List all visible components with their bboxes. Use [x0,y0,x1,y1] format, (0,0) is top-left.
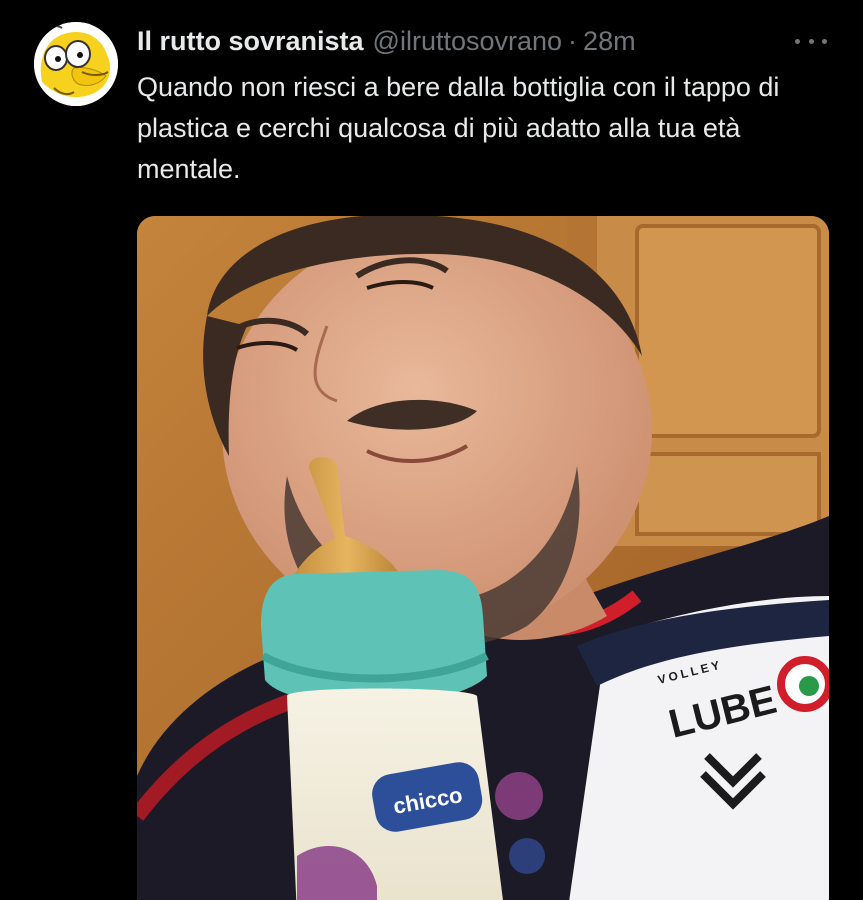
tweet[interactable]: Il rutto sovranista @ilruttosovrano · 28… [0,0,863,900]
avatar[interactable] [34,22,118,106]
more-dot [795,38,800,44]
more-options-icon[interactable] [795,30,827,52]
more-dot [822,38,827,44]
photo-illustration: chicco VOLLEY LUBE [137,216,829,900]
tweet-header: Il rutto sovranista @ilruttosovrano · 28… [137,24,636,58]
more-dot [808,38,814,44]
separator-dot: · [568,26,578,56]
tweet-media-photo[interactable]: chicco VOLLEY LUBE [137,216,829,900]
display-name[interactable]: Il rutto sovranista [137,24,364,58]
tweet-text: Quando non riesci a bere dalla bottiglia… [137,72,780,184]
timestamp[interactable]: 28m [583,24,636,58]
cartoon-face-icon [34,22,118,106]
user-handle[interactable]: @ilruttosovrano [373,24,563,58]
